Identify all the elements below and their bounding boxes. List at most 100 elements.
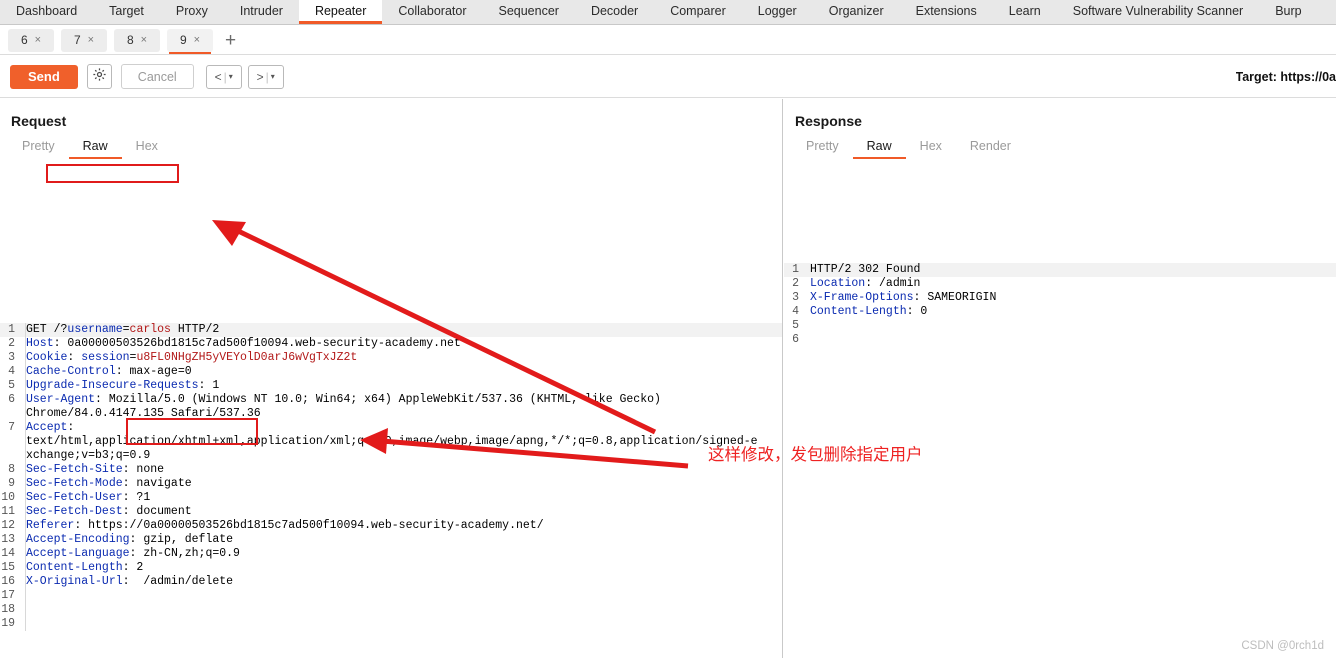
divider: | (223, 69, 227, 84)
main-tab-sequencer[interactable]: Sequencer (482, 0, 574, 24)
line-content[interactable]: Accept-Encoding: gzip, deflate (20, 533, 233, 547)
main-tab-collaborator[interactable]: Collaborator (382, 0, 482, 24)
line-content[interactable]: text/html,application/xhtml+xml,applicat… (20, 435, 758, 449)
main-tab-dashboard[interactable]: Dashboard (0, 0, 93, 24)
line-content[interactable]: Accept-Language: zh-CN,zh;q=0.9 (20, 547, 240, 561)
line-content[interactable]: User-Agent: Mozilla/5.0 (Windows NT 10.0… (20, 393, 661, 407)
main-tab-proxy[interactable]: Proxy (160, 0, 224, 24)
response-tab-hex[interactable]: Hex (906, 139, 956, 159)
response-tab-pretty[interactable]: Pretty (792, 139, 853, 159)
editor-line: 1 GET /?username=carlos HTTP/2 (0, 323, 782, 337)
repeater-tab-6[interactable]: 6 × (8, 28, 54, 52)
back-button[interactable]: < | ▾ (205, 64, 242, 89)
editor-line: 3 Cookie: session=u8FL0NHgZH5yVEYolD0arJ6… (0, 351, 782, 365)
main-tab-organizer[interactable]: Organizer (813, 0, 900, 24)
request-view-tabs: Pretty Raw Hex (0, 136, 782, 159)
line-content[interactable]: HTTP/2 302 Found (804, 263, 920, 277)
line-content[interactable]: Sec-Fetch-Mode: navigate (20, 477, 192, 491)
line-content[interactable] (804, 319, 810, 333)
target-label: Target: https://0a (1235, 70, 1336, 84)
code-token: : Mozilla/5.0 (Windows NT 10.0; Win64; x… (95, 393, 661, 406)
code-token: Cookie (26, 351, 68, 364)
code-token: : /admin/delete (122, 575, 234, 588)
line-content[interactable]: Chrome/84.0.4147.135 Safari/537.36 (20, 407, 261, 421)
request-tab-pretty[interactable]: Pretty (8, 139, 69, 159)
request-tab-raw[interactable]: Raw (68, 139, 122, 159)
code-token: : zh-CN,zh;q=0.9 (129, 547, 240, 560)
editor-line: 8 Sec-Fetch-Site: none (0, 463, 782, 477)
code-token: : 2 (122, 561, 144, 574)
editor-line: 19 (0, 617, 782, 631)
line-content[interactable]: Cache-Control: max-age=0 (20, 365, 192, 379)
code-token: xchange;v=b3;q=0.9 (26, 449, 151, 462)
line-content[interactable]: Host: 0a00000503526bd1815c7ad500f10094.w… (20, 337, 461, 351)
editor-line: 3 X-Frame-Options: SAMEORIGIN (784, 291, 1336, 305)
main-tab-learn[interactable]: Learn (993, 0, 1057, 24)
settings-button[interactable] (86, 64, 112, 89)
main-tab-extensions[interactable]: Extensions (900, 0, 993, 24)
repeater-tab-8[interactable]: 8 × (114, 28, 160, 52)
send-button[interactable]: Send (10, 64, 78, 89)
response-tab-render[interactable]: Render (956, 139, 1025, 159)
line-content[interactable]: Sec-Fetch-Site: none (20, 463, 164, 477)
line-number: 2 (792, 277, 799, 290)
main-tab-intruder[interactable]: Intruder (224, 0, 299, 24)
line-content[interactable]: Content-Length: 2 (20, 561, 143, 575)
editor-line: 5 Upgrade-Insecure-Requests: 1 (0, 379, 782, 393)
code-token: session (81, 351, 130, 364)
line-content[interactable]: Referer: https://0a00000503526bd1815c7ad… (20, 519, 544, 533)
line-content[interactable]: X-Original-Url: /admin/delete (20, 575, 233, 589)
navigation-buttons: < | ▾ > | ▾ (205, 64, 284, 89)
response-editor[interactable]: 1 HTTP/2 302 Found 2 Location: /admin 3 X-Fra… (784, 263, 1336, 658)
repeater-tab-9[interactable]: 9 × (167, 28, 213, 54)
main-tab-comparer[interactable]: Comparer (654, 0, 742, 24)
line-content[interactable]: Sec-Fetch-User: ?1 (20, 491, 150, 505)
line-content[interactable] (804, 333, 810, 347)
line-content[interactable]: Cookie: session=u8FL0NHgZH5yVEYolD0arJ6w… (20, 351, 357, 365)
line-number: 19 (1, 617, 15, 630)
code-token: Host (26, 337, 54, 350)
repeater-tab-7[interactable]: 7 × (61, 28, 107, 52)
line-number: 16 (1, 575, 15, 588)
main-tab-decoder[interactable]: Decoder (575, 0, 654, 24)
close-icon[interactable]: × (194, 34, 200, 46)
close-icon[interactable]: × (141, 34, 147, 46)
line-content[interactable]: Location: /admin (804, 277, 920, 291)
forward-button[interactable]: > | ▾ (247, 64, 284, 89)
code-token: Sec-Fetch-Mode (26, 477, 123, 490)
response-view-tabs: Pretty Raw Hex Render (784, 136, 1336, 159)
line-content[interactable] (20, 617, 26, 631)
code-token: GET (26, 323, 54, 336)
main-tab-logger[interactable]: Logger (742, 0, 813, 24)
cancel-button[interactable]: Cancel (120, 64, 194, 89)
editor-line: 7 Accept: (0, 421, 782, 435)
line-content[interactable]: xchange;v=b3;q=0.9 (20, 449, 150, 463)
line-number: 5 (8, 379, 15, 392)
line-number: 2 (8, 337, 15, 350)
code-token: : ?1 (122, 491, 151, 504)
line-number: 10 (1, 491, 15, 504)
line-content[interactable]: Accept: (20, 421, 74, 435)
close-icon[interactable]: × (35, 34, 41, 46)
line-content[interactable]: GET /?username=carlos HTTP/2 (20, 323, 219, 337)
code-token: : (67, 421, 75, 434)
line-content[interactable]: Sec-Fetch-Dest: document (20, 505, 192, 519)
main-tab-target[interactable]: Target (93, 0, 160, 24)
request-editor[interactable]: 1 GET /?username=carlos HTTP/2 2 Host: 0a00… (0, 323, 782, 631)
line-content[interactable]: X-Frame-Options: SAMEORIGIN (804, 291, 996, 305)
response-tab-raw[interactable]: Raw (852, 139, 906, 159)
line-number: 3 (8, 351, 15, 364)
main-tab-repeater[interactable]: Repeater (298, 0, 383, 24)
main-tab-burp[interactable]: Burp (1259, 0, 1317, 24)
main-tab-software-vulnerability-scanner[interactable]: Software Vulnerability Scanner (1057, 0, 1259, 24)
line-content[interactable]: Content-Length: 0 (804, 305, 927, 319)
close-icon[interactable]: × (88, 34, 94, 46)
line-content[interactable]: Upgrade-Insecure-Requests: 1 (20, 379, 219, 393)
code-token: Accept (26, 421, 68, 434)
add-tab-button[interactable]: + (225, 31, 236, 50)
divider: | (265, 69, 269, 84)
request-tab-hex[interactable]: Hex (122, 139, 172, 159)
line-content[interactable] (20, 603, 26, 617)
code-token: Sec-Fetch-Site (26, 463, 123, 476)
line-content[interactable] (20, 589, 26, 603)
